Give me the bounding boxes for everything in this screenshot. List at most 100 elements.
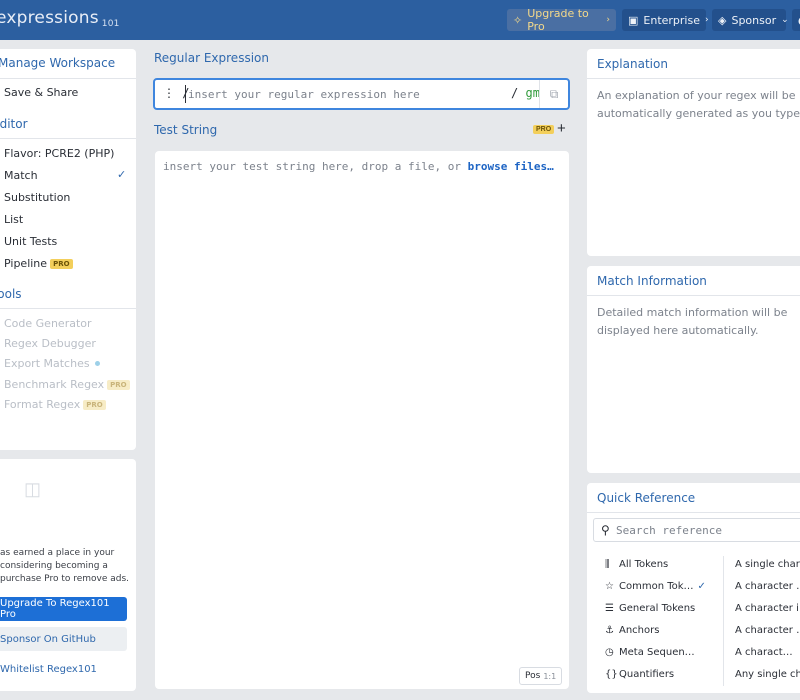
quick-reference-title: Quick Reference: [597, 491, 696, 505]
ref-desc[interactable]: A single char…: [735, 559, 800, 570]
divider: [0, 308, 136, 309]
test-placeholder: insert your test string here, drop a fil…: [163, 160, 554, 173]
ref-desc[interactable]: A character …: [735, 625, 800, 636]
cat-label: Anchors: [619, 625, 660, 636]
brand-logo[interactable]: expressions 101: [0, 8, 120, 29]
top-bar: expressions 101 ✧ Upgrade to Pro › ▣ Enterpr…: [0, 0, 800, 40]
ref-cat-general-tokens[interactable]: ☰ General Tokens: [605, 603, 695, 614]
braces-icon: {}: [605, 669, 618, 680]
sidebar-item-list[interactable]: List: [4, 213, 23, 226]
sparkle-icon: ✧: [513, 13, 523, 27]
export-label: Export Matches: [4, 357, 90, 370]
library-icon: ⫼: [605, 559, 610, 570]
divider: [723, 556, 724, 686]
match-info-title: Match Information: [597, 274, 707, 288]
chevron-right-icon: ›: [705, 15, 709, 25]
check-icon: ✓: [697, 581, 706, 592]
tool-export-matches[interactable]: Export Matches: [4, 357, 100, 370]
ref-cat-all-tokens[interactable]: ⫼ All Tokens: [605, 559, 668, 570]
tool-regex-debugger[interactable]: Regex Debugger: [4, 337, 96, 350]
add-test-icon[interactable]: +: [557, 120, 566, 137]
drag-handle-icon: ⋮: [163, 86, 175, 100]
tool-format-regex[interactable]: Format Regex PRO: [4, 398, 106, 411]
ref-cat-meta-sequences[interactable]: ◷ Meta Sequen…: [605, 647, 695, 658]
match-info-panel: Match Information Detailed match informa…: [587, 266, 800, 473]
cat-label: Meta Sequen…: [619, 647, 695, 658]
sidebar-item-unit-tests[interactable]: Unit Tests: [4, 235, 57, 248]
divider: [587, 295, 800, 296]
quick-reference-panel: Quick Reference ⚲ ⫼ All Tokens ☆ Common To…: [587, 483, 800, 693]
upgrade-label: Upgrade to Pro: [527, 7, 589, 33]
anchor-icon: ⚓: [605, 625, 614, 636]
save-share-button[interactable]: Save & Share: [4, 86, 78, 99]
brand-sub: 101: [101, 19, 120, 29]
ref-cat-quantifiers[interactable]: {}Quantifiers: [605, 669, 674, 680]
sponsor-github-button[interactable]: Sponsor On GitHub: [0, 627, 127, 651]
explanation-text: An explanation of your regex will be aut…: [597, 89, 800, 120]
divider: [0, 138, 136, 139]
test-string-title: Test String: [154, 123, 218, 137]
status-dot-icon: [94, 361, 100, 366]
search-icon: ⚲: [601, 523, 610, 537]
cat-label: General Tokens: [619, 603, 696, 614]
divider: [587, 512, 800, 513]
pro-badge: PRO: [83, 400, 106, 410]
tool-benchmark-regex[interactable]: Benchmark Regex PRO: [4, 378, 130, 391]
star-icon: ☆: [605, 581, 614, 592]
pos-value: 1:1: [543, 671, 557, 681]
tools-title: Tools: [0, 287, 22, 301]
match-info-text: Detailed match information will be displ…: [597, 306, 788, 337]
ref-desc[interactable]: A character i…: [735, 603, 800, 614]
regex-flags[interactable]: / gm: [511, 86, 540, 100]
workspace-title: Manage Workspace: [0, 56, 116, 70]
ref-desc-text: A charact…: [735, 647, 793, 658]
sponsor-label: Sponsor: [731, 13, 777, 27]
enterprise-button[interactable]: ▣ Enterprise ›: [622, 9, 709, 31]
reference-search: ⚲: [593, 518, 800, 542]
cat-label: Quantifiers: [619, 669, 675, 680]
ad-panel: ◫ as earned a place in your considering …: [0, 459, 136, 691]
sidebar-item-substitution[interactable]: Substitution: [4, 191, 70, 204]
ref-desc[interactable]: Any single cha…: [735, 669, 800, 680]
flags-value: gm: [525, 86, 540, 100]
enterprise-label: Enterprise: [643, 13, 700, 27]
chevron-right-icon: ›: [606, 15, 610, 25]
check-icon: ✓: [117, 169, 127, 181]
upgrade-to-pro-button[interactable]: ✧ Upgrade to Pro ›: [507, 7, 616, 33]
tool-code-generator[interactable]: Code Generator: [4, 317, 92, 330]
flavor-prefix: Flavor:: [4, 147, 42, 160]
regex-input[interactable]: [185, 85, 505, 103]
copy-icon: ⧉: [549, 86, 559, 101]
test-string-editor[interactable]: insert your test string here, drop a fil…: [155, 151, 569, 689]
cat-label: All Tokens: [619, 559, 669, 570]
ref-cat-anchors[interactable]: ⚓ Anchors: [605, 625, 659, 636]
sponsor-button[interactable]: ◈ Sponsor ⌄: [712, 9, 789, 31]
ref-desc[interactable]: A character …: [735, 581, 800, 592]
sidebar-item-match[interactable]: Match: [4, 169, 38, 182]
divider: [587, 78, 800, 79]
cursor-position: Pos 1:1: [519, 667, 563, 685]
more-button[interactable]: ◐: [792, 9, 800, 31]
ref-desc[interactable]: A charact…[: [735, 647, 800, 658]
ref-cat-common-tokens[interactable]: ☆ Common Tok… ✓: [605, 581, 706, 592]
pipeline-label: Pipeline: [4, 257, 48, 270]
building-icon: ▣: [628, 13, 639, 27]
brand-name: expressions: [0, 8, 99, 28]
sidebar-panel: Manage Workspace Save & Share Editor Fla…: [0, 49, 136, 450]
test-placeholder-text: insert your test string here, drop a fil…: [163, 160, 468, 173]
sidebar-item-pipeline[interactable]: Pipeline PRO: [4, 257, 73, 270]
list-icon: ☰: [605, 603, 614, 614]
ad-logo-icon: ◫: [24, 479, 42, 499]
regex-editor: ⋮ / / gm ⧉: [153, 78, 570, 110]
clock-icon: ◷: [605, 647, 614, 658]
reference-search-input[interactable]: [616, 522, 796, 538]
pos-label: Pos: [525, 671, 541, 681]
copy-button[interactable]: ⧉: [539, 80, 568, 108]
upgrade-pro-button[interactable]: Upgrade To Regex101 Pro: [0, 597, 127, 621]
whitelist-button[interactable]: Whitelist Regex101: [0, 657, 127, 681]
flavor-selector[interactable]: Flavor: PCRE2 (PHP): [4, 147, 114, 160]
browse-files-link[interactable]: browse files…: [468, 160, 554, 173]
regex-title: Regular Expression: [154, 51, 269, 65]
pro-badge: PRO: [533, 125, 555, 134]
cat-label: Common Tok…: [619, 581, 694, 592]
